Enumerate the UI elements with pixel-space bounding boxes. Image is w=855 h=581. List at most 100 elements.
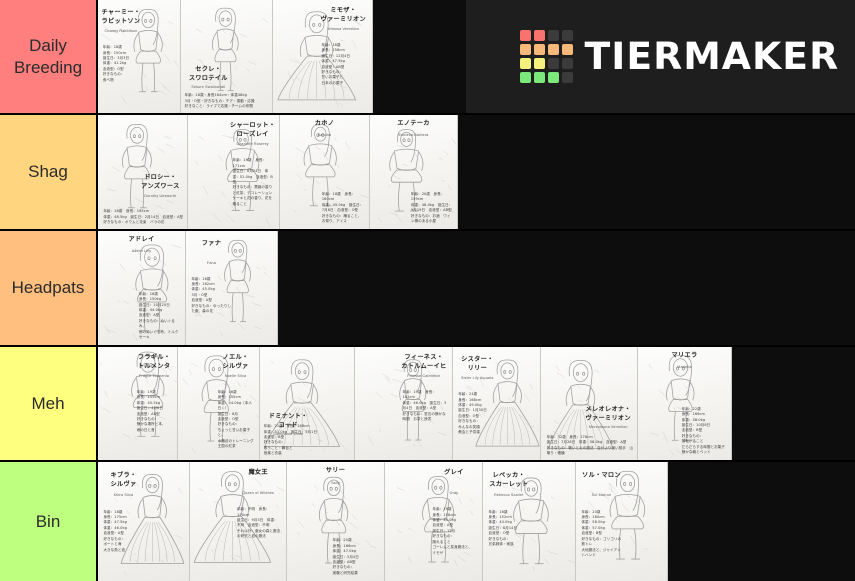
card-character-romaji: Sister Lily Aquaria [461,376,494,381]
card-character-romaji: Rebecca Scarlet [494,492,524,497]
tier-card[interactable]: レベッカ・ スカーレット Rebecca Scarlet 年齢：16歳 身長：152… [483,462,576,581]
tier-card[interactable]: カホノ Kahono 年齢：18歳 身長：160cm 体重：45.0kg 誕生日：7… [280,115,370,229]
card-character-stats: 年齢：22歳 身長：166cm 体重：48.0kg 誕生日：10月8日 血液型：… [681,406,725,455]
tiermaker-logo-grid [520,30,574,83]
card-character-stats: 年齢：19歳 身長：162cm 体重：46.0kg 誕生日：3月4日 血液型：A… [402,389,447,422]
card-character-stats: 年齢：20歳 身長：166cm 体重：47.0kg 誕生日：5月4日 血液型：A… [332,538,359,575]
logo-cell-0-3 [562,30,574,41]
tier-empty-dropzone[interactable] [458,115,855,229]
logo-cell-1-2 [548,44,560,55]
tier-card[interactable]: シスター・ リリー Sister Lily Aquaria 年齢：24歳 身長：16… [453,347,541,460]
card-character-romaji: Mariella [677,365,692,370]
tier-row-meh: Meh フラギル・ トルメンタ Fragile Tormenta 年齢：19歳 身長：… [0,347,855,462]
tier-card[interactable]: ドロシー・ アンズワース Dorothy Unsworth 年齢：18歳 身長：16… [98,115,188,229]
tier-card[interactable]: ミモザ・ ヴァーミリオン Mimosa Vermilion 年齢：18歳 身長：15… [273,0,373,113]
tier-row-headpats: Headpats アドレイ Adelei Lilly 年齢：16歳 身長：150kg … [0,231,855,347]
tier-label-bin[interactable]: Bin [0,462,98,581]
card-character-stats: 年齢：不明 身長：170cm 誕生日：9月3日 体重：不明 血液型：不明 それ以… [237,507,281,539]
logo-cell-2-3 [562,58,574,69]
card-character-name: フィーネス・ カトルムーイヒ [401,353,447,370]
tier-empty-dropzone[interactable] [732,347,855,460]
tier-card[interactable]: アドレイ Adelei Lilly 年齢：16歳 身長：150kg 誕生日：10月2… [98,231,186,345]
logo-cell-3-2 [548,72,560,83]
card-character-romaji: Fragile Tormenta [139,374,170,379]
header-strip: TIERMAKER [466,0,855,115]
tier-empty-dropzone[interactable] [668,462,855,581]
card-character-name: サリー [325,466,346,474]
card-character-romaji: Gray [449,490,459,495]
card-character-stats: 年齢：16歳 身長：162cm 体重：45.0kg 3月・O型 血液型：A型 好… [191,276,232,314]
tier-card[interactable]: チャーミー・ ラビットソン Charmy Rabbitson 年齢：18歳 身長：1… [98,0,181,113]
tier-items-shag[interactable]: ドロシー・ アンズワース Dorothy Unsworth 年齢：18歳 身長：16… [98,115,855,229]
card-character-romaji: Kibra Silva [113,492,134,497]
card-character-name: フラギル・ トルメンタ [137,353,171,370]
tier-card[interactable]: マリエラ Mariella 年齢：22歳 身長：166cm 体重：48.0kg 誕生… [638,347,732,460]
card-character-name: レベッカ・ スカーレット [489,471,529,488]
card-character-romaji: Fana [206,260,216,265]
logo-cell-1-3 [562,44,574,55]
tier-card[interactable]: シャーロット・ ローズレイ Charlotte Roserey 年齢：19歳 身長：… [188,115,280,229]
tier-card[interactable]: ソル・マロン Sol Marron 年齢：20歳 身長：180cm 体重：58.0k… [576,462,668,581]
logo-cell-0-0 [520,30,532,41]
tier-items-bin[interactable]: キブラ・ シルヴァ Kibra Silva 年齢：18歳 身長：175cm 体重：4… [98,462,855,581]
tier-card[interactable]: ノエル・ シルヴァ Noelle Silva 年齢：16歳 身長：155cm 体重：… [178,347,260,460]
tier-card[interactable]: ファナ Fana 年齢：16歳 身長：162cm 体重：45.0kg 3月・O型 血… [186,231,278,345]
card-character-name: グレイ [444,469,464,477]
card-character-romaji: Kahono [317,133,332,138]
card-character-romaji: Charlotte Roserey [236,142,269,147]
logo-cell-0-1 [534,30,546,41]
card-character-stats: 年齢：24歳 身長：168cm 体重：49.0kg 誕生日：1月30日 血液型：… [458,392,487,435]
card-character-romaji: Enoteca Barbera [398,133,429,138]
card-character-romaji: Finesse Calmreich [407,374,441,379]
tier-items-headpats[interactable]: アドレイ Adelei Lilly 年齢：16歳 身長：150kg 誕生日：10月2… [98,231,855,345]
tier-card[interactable]: キブラ・ シルヴァ Kibra Silva 年齢：18歳 身長：175cm 体重：4… [98,462,190,581]
tiermaker-logo[interactable]: TIERMAKER [520,30,840,83]
card-character-stats: 年齢：18歳 身長：158cm 誕生日：12月4日 体重：47.5kg 血液型：… [321,42,351,85]
tier-empty-dropzone[interactable] [278,231,855,345]
card-character-stats: 年齢：21歳 身長：168cm 体重：51.0kg 誕生日：5月1日 血液型：B… [263,424,318,456]
card-character-romaji: Adelei Lilly [131,249,152,254]
tier-card[interactable]: ドミナント・ コード Dominante Code 年齢：21歳 身長：168cm … [260,347,355,460]
tiermaker-wordmark: TIERMAKER [584,35,840,78]
card-character-name: シスター・ リリー [461,356,494,373]
card-character-stats: 年齢：18歳 身長：175cm 体重：47.5kg 体重：46.0kg 血液型：… [103,509,127,552]
card-character-romaji: Sally [331,481,340,486]
card-character-name: キブラ・ シルヴァ [110,471,137,488]
card-character-name: ノエル・ シルヴァ [222,353,249,370]
tier-card[interactable]: フィーネス・ カトルムーイヒ Finesse Calmreich 年齢：19歳 身長… [355,347,453,460]
logo-cell-3-1 [534,72,546,83]
card-character-romaji: Mereoleona Vermilion [588,424,628,429]
card-character-name: ファナ [201,240,222,248]
card-character-name: ソル・マロン [581,471,621,479]
tier-card[interactable]: メレオレオナ・ ヴァーミリオン Mereoleona Vermilion 年齢：32… [541,347,638,460]
card-character-name: カホノ [314,119,335,127]
tier-card[interactable]: エノテーカ Enoteca Barbera 年齢：20歳 身長：159cm 体重：4… [370,115,458,229]
tier-list-app: TIERMAKER Daily Breeding チャーミー・ ラビットソン Cha… [0,0,855,581]
card-character-stats: 年齢：32歳 身長：178cm 誕生日：7月28日 体重：58.0kg 血液型：… [546,434,634,456]
tier-label-meh[interactable]: Meh [0,347,98,460]
card-character-name: ミモザ・ ヴァーミリオン [320,6,366,23]
card-character-romaji: Sol Marron [591,492,612,497]
tier-row-shag: Shag ドロシー・ アンズワース Dorothy Unsworth 年齢：18歳 身… [0,115,855,231]
tier-items-meh[interactable]: フラギル・ トルメンタ Fragile Tormenta 年齢：19歳 身長：155… [98,347,855,460]
logo-cell-2-0 [520,58,532,69]
tier-label-headpats[interactable]: Headpats [0,231,98,345]
tier-card[interactable]: サリー Sally 年齢：20歳 身長：166cm 体重：47.0kg 誕生日：5月… [287,462,385,581]
tier-label-shag[interactable]: Shag [0,115,98,229]
card-character-stats: 年齢：18歳 身長：160cm 体重：45.0kg 誕生日：7月8日 血液型：O… [321,191,364,224]
logo-cell-2-1 [534,58,546,69]
card-character-romaji: Noelle Silva [224,374,247,379]
logo-cell-2-2 [548,58,560,69]
logo-cell-0-2 [548,30,560,41]
tier-card[interactable]: フラギル・ トルメンタ Fragile Tormenta 年齢：19歳 身長：155… [98,347,178,460]
tier-card[interactable]: セクレ・ スワロテイル Sekure Swallowtail 年齢：18歳・身長16… [181,0,273,113]
logo-cell-3-0 [520,72,532,83]
card-character-romaji: Charmy Rabbitson [104,29,138,34]
card-character-romaji: Queen of Witches [242,490,275,495]
tier-card[interactable]: グレイ Gray 年齢：19歳 身長：158cm 体重：45.0kg 血液型：A型 … [385,462,483,581]
tier-card[interactable]: 魔女王 Queen of Witches 年齢：不明 身長：170cm 誕生日：9月… [190,462,287,581]
tier-label-daily-breeding[interactable]: Daily Breeding [0,0,98,113]
card-character-romaji: Sekure Swallowtail [191,84,226,89]
card-character-stats: 年齢：20歳 身長：180cm 体重：58.0kg 体重：57.0kg 血液型：… [581,509,622,557]
card-character-name: メレオレオナ・ ヴァーミリオン [585,405,631,422]
